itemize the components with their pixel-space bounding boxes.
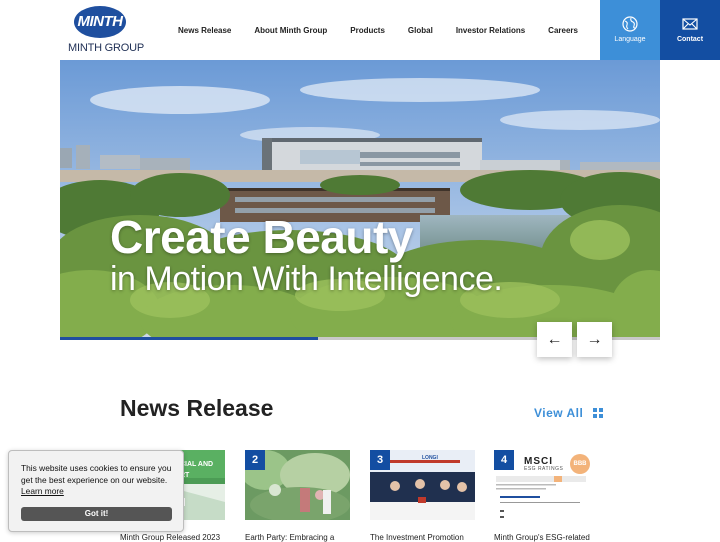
news-card-4-number: 4	[494, 450, 514, 470]
language-button[interactable]: Language	[600, 0, 660, 60]
news-heading: News Release	[120, 395, 274, 421]
news-card-3-number: 3	[370, 450, 390, 470]
hero-prev-button[interactable]: ←	[537, 322, 572, 357]
news-card-2-title: Earth Party: Embracing a	[245, 533, 335, 542]
news-card-1-title: Minth Group Released 2023	[120, 533, 221, 542]
view-all-label: View All	[534, 406, 584, 420]
logo-mark: MINTH	[77, 13, 124, 30]
cookie-consent-popup: This website uses cookies to ensure you …	[8, 450, 184, 532]
hero-next-button[interactable]: →	[577, 322, 612, 357]
nav-item-about[interactable]: About Minth Group	[254, 26, 327, 35]
nav-item-investor-relations[interactable]: Investor Relations	[456, 26, 525, 35]
hero-banner: Create Beauty in Motion With Intelligenc…	[60, 60, 660, 340]
news-card-2[interactable]: 2 Earth Party: Embracing a	[245, 450, 350, 542]
news-card-3-title: The Investment Promotion	[370, 533, 464, 542]
contact-button[interactable]: Contact	[660, 0, 720, 60]
nav-item-careers[interactable]: Careers	[548, 26, 578, 35]
nav-item-products[interactable]: Products	[350, 26, 385, 35]
hero-progress-fill	[60, 337, 318, 340]
main-nav: News Release About Minth Group Products …	[178, 0, 578, 60]
hero-title: Create Beauty	[110, 211, 413, 263]
news-card-image: 3 LONGI	[370, 450, 475, 520]
news-card-2-number: 2	[245, 450, 265, 470]
minth-logo[interactable]: MINTH MINTH GROUP	[66, 6, 144, 56]
language-label: Language	[614, 36, 646, 43]
globe-icon	[622, 16, 638, 32]
logo-wordmark: MINTH GROUP	[68, 42, 145, 54]
news-card-4[interactable]: MSCI ESG RATINGS BBB 4 Minth Group's ESG…	[494, 450, 599, 542]
news-card-image: MSCI ESG RATINGS BBB 4	[494, 450, 599, 520]
nav-item-global[interactable]: Global	[408, 26, 433, 35]
card-3-image-text: LONGI	[422, 455, 438, 461]
news-card-3[interactable]: 3 LONGI The Investment Promotion	[370, 450, 475, 542]
nav-item-news-release[interactable]: News Release	[178, 26, 231, 35]
view-all-link[interactable]: View All	[534, 406, 604, 420]
cookie-learn-more-link[interactable]: Learn more	[21, 486, 64, 496]
mail-icon	[682, 18, 698, 30]
contact-label: Contact	[676, 36, 704, 43]
logo-oval: MINTH	[74, 6, 126, 38]
grid-icon	[593, 408, 604, 418]
news-card-image: 2	[245, 450, 350, 520]
cookie-accept-button[interactable]: Got it!	[21, 507, 172, 521]
news-card-4-title: Minth Group's ESG-related	[494, 533, 590, 542]
site-header: MINTH MINTH GROUP News Release About Min…	[0, 0, 720, 60]
card-1-image-text: CIAL AND RT	[180, 461, 214, 479]
hero-subtitle: in Motion With Intelligence.	[110, 260, 503, 298]
cookie-message: This website uses cookies to ensure you …	[21, 463, 172, 486]
